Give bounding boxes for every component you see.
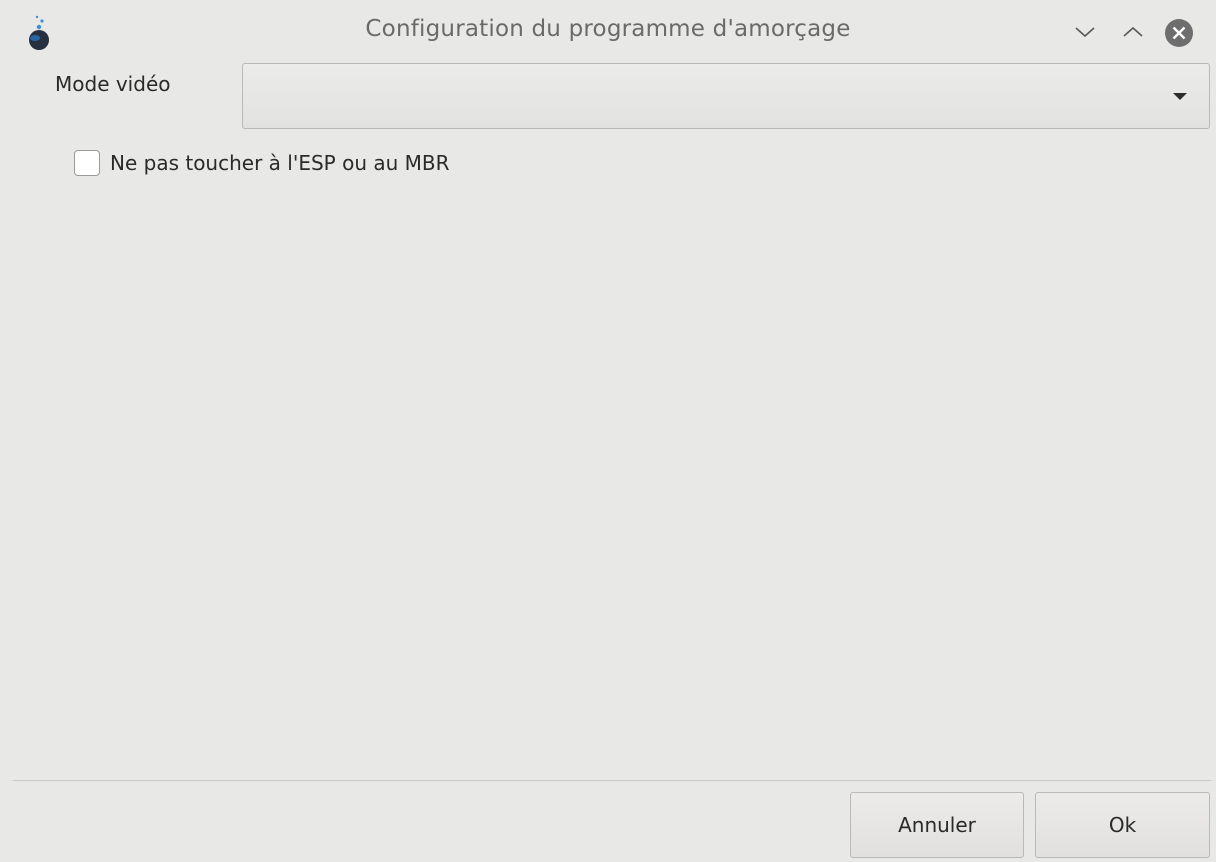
dialog-window: Configuration du programme d'amorçage Mo… [0,0,1216,862]
esp-mbr-checkbox[interactable] [74,150,100,176]
esp-mbr-checkbox-label[interactable]: Ne pas toucher à l'ESP ou au MBR [110,151,450,175]
button-separator [13,780,1211,781]
maximize-button[interactable] [1119,18,1147,46]
dropdown-arrow-icon [1173,93,1187,100]
video-mode-label: Mode vidéo [55,72,171,96]
title-bar[interactable]: Configuration du programme d'amorçage [0,0,1216,64]
window-frame [0,64,13,862]
video-mode-dropdown[interactable] [242,63,1210,129]
close-button[interactable] [1164,18,1194,48]
ok-button[interactable]: Ok [1035,792,1210,858]
minimize-button[interactable] [1071,18,1099,46]
close-icon [1165,19,1193,47]
cancel-button[interactable]: Annuler [850,792,1024,858]
window-title: Configuration du programme d'amorçage [365,16,851,42]
chevron-down-icon [1075,27,1095,38]
esp-mbr-option[interactable]: Ne pas toucher à l'ESP ou au MBR [74,147,450,179]
chevron-up-icon [1123,26,1143,37]
